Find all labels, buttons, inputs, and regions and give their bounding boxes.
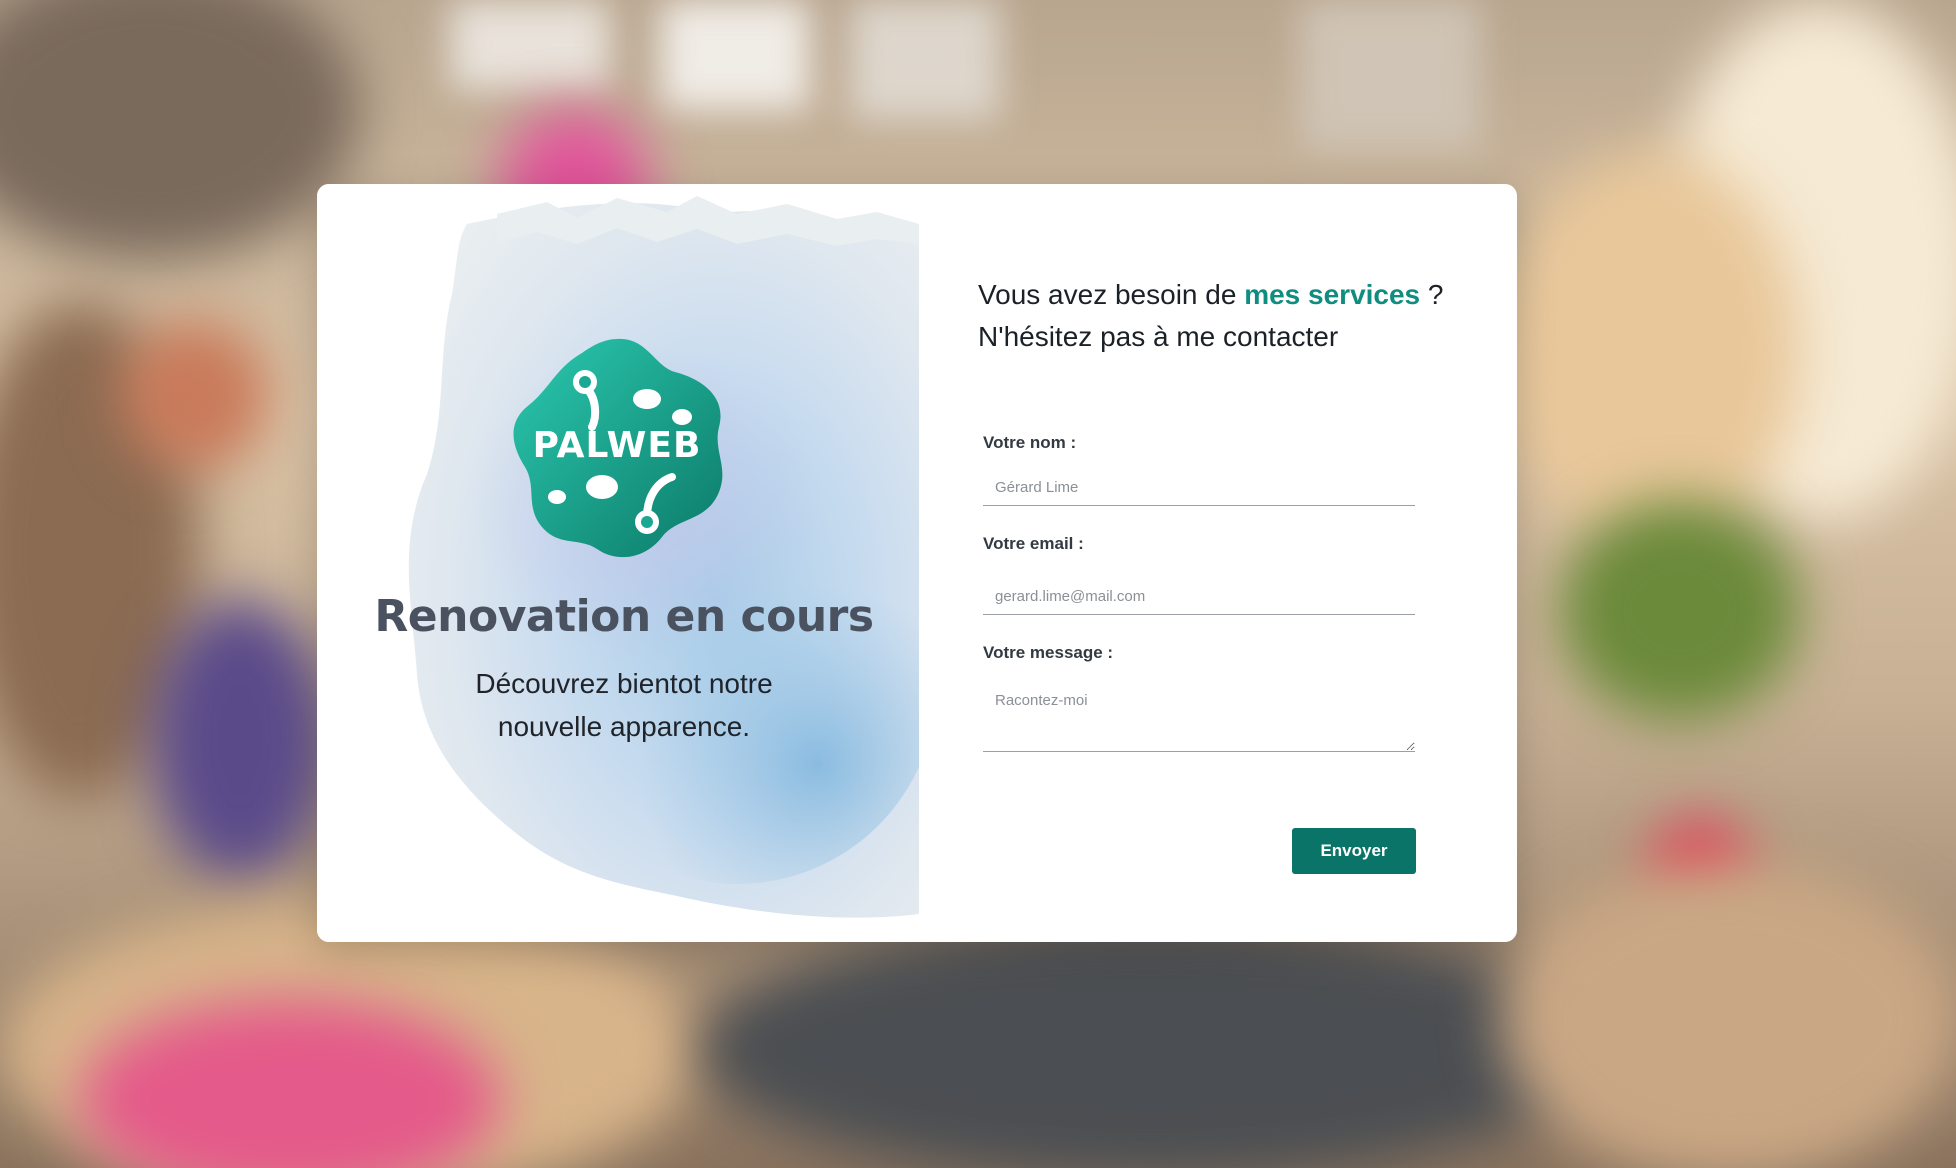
intro-line-1: Vous avez besoin de mes services ? <box>978 274 1444 316</box>
services-highlight: mes services <box>1244 279 1421 310</box>
message-field[interactable] <box>983 678 1415 752</box>
contact-intro: Vous avez besoin de mes services ? N'hés… <box>978 274 1444 358</box>
subtext-line-2: nouvelle apparence. <box>497 711 751 742</box>
branding-panel: PALWEB Renovation en cours Découvrez bie… <box>317 184 919 942</box>
contact-card: PALWEB Renovation en cours Découvrez bie… <box>317 184 1517 942</box>
renovation-subtext: Découvrez bientot notre nouvelle apparen… <box>317 662 919 748</box>
renovation-heading: Renovation en cours <box>374 591 874 642</box>
contact-panel: Vous avez besoin de mes services ? N'hés… <box>919 184 1517 942</box>
email-field[interactable] <box>983 579 1415 615</box>
name-label: Votre nom : <box>983 433 1077 452</box>
message-label: Votre message : <box>983 643 1114 662</box>
palweb-logo: PALWEB <box>513 338 723 558</box>
send-button[interactable]: Envoyer <box>1292 828 1416 874</box>
subtext-line-1: Découvrez bientot notre <box>475 668 773 699</box>
intro-before: Vous avez besoin de <box>978 279 1245 310</box>
name-field[interactable] <box>983 470 1415 506</box>
intro-after: ? <box>1420 279 1444 310</box>
email-label: Votre email : <box>983 534 1084 553</box>
intro-line-2: N'hésitez pas à me contacter <box>978 321 1339 352</box>
logo-wordmark: PALWEB <box>533 425 702 466</box>
